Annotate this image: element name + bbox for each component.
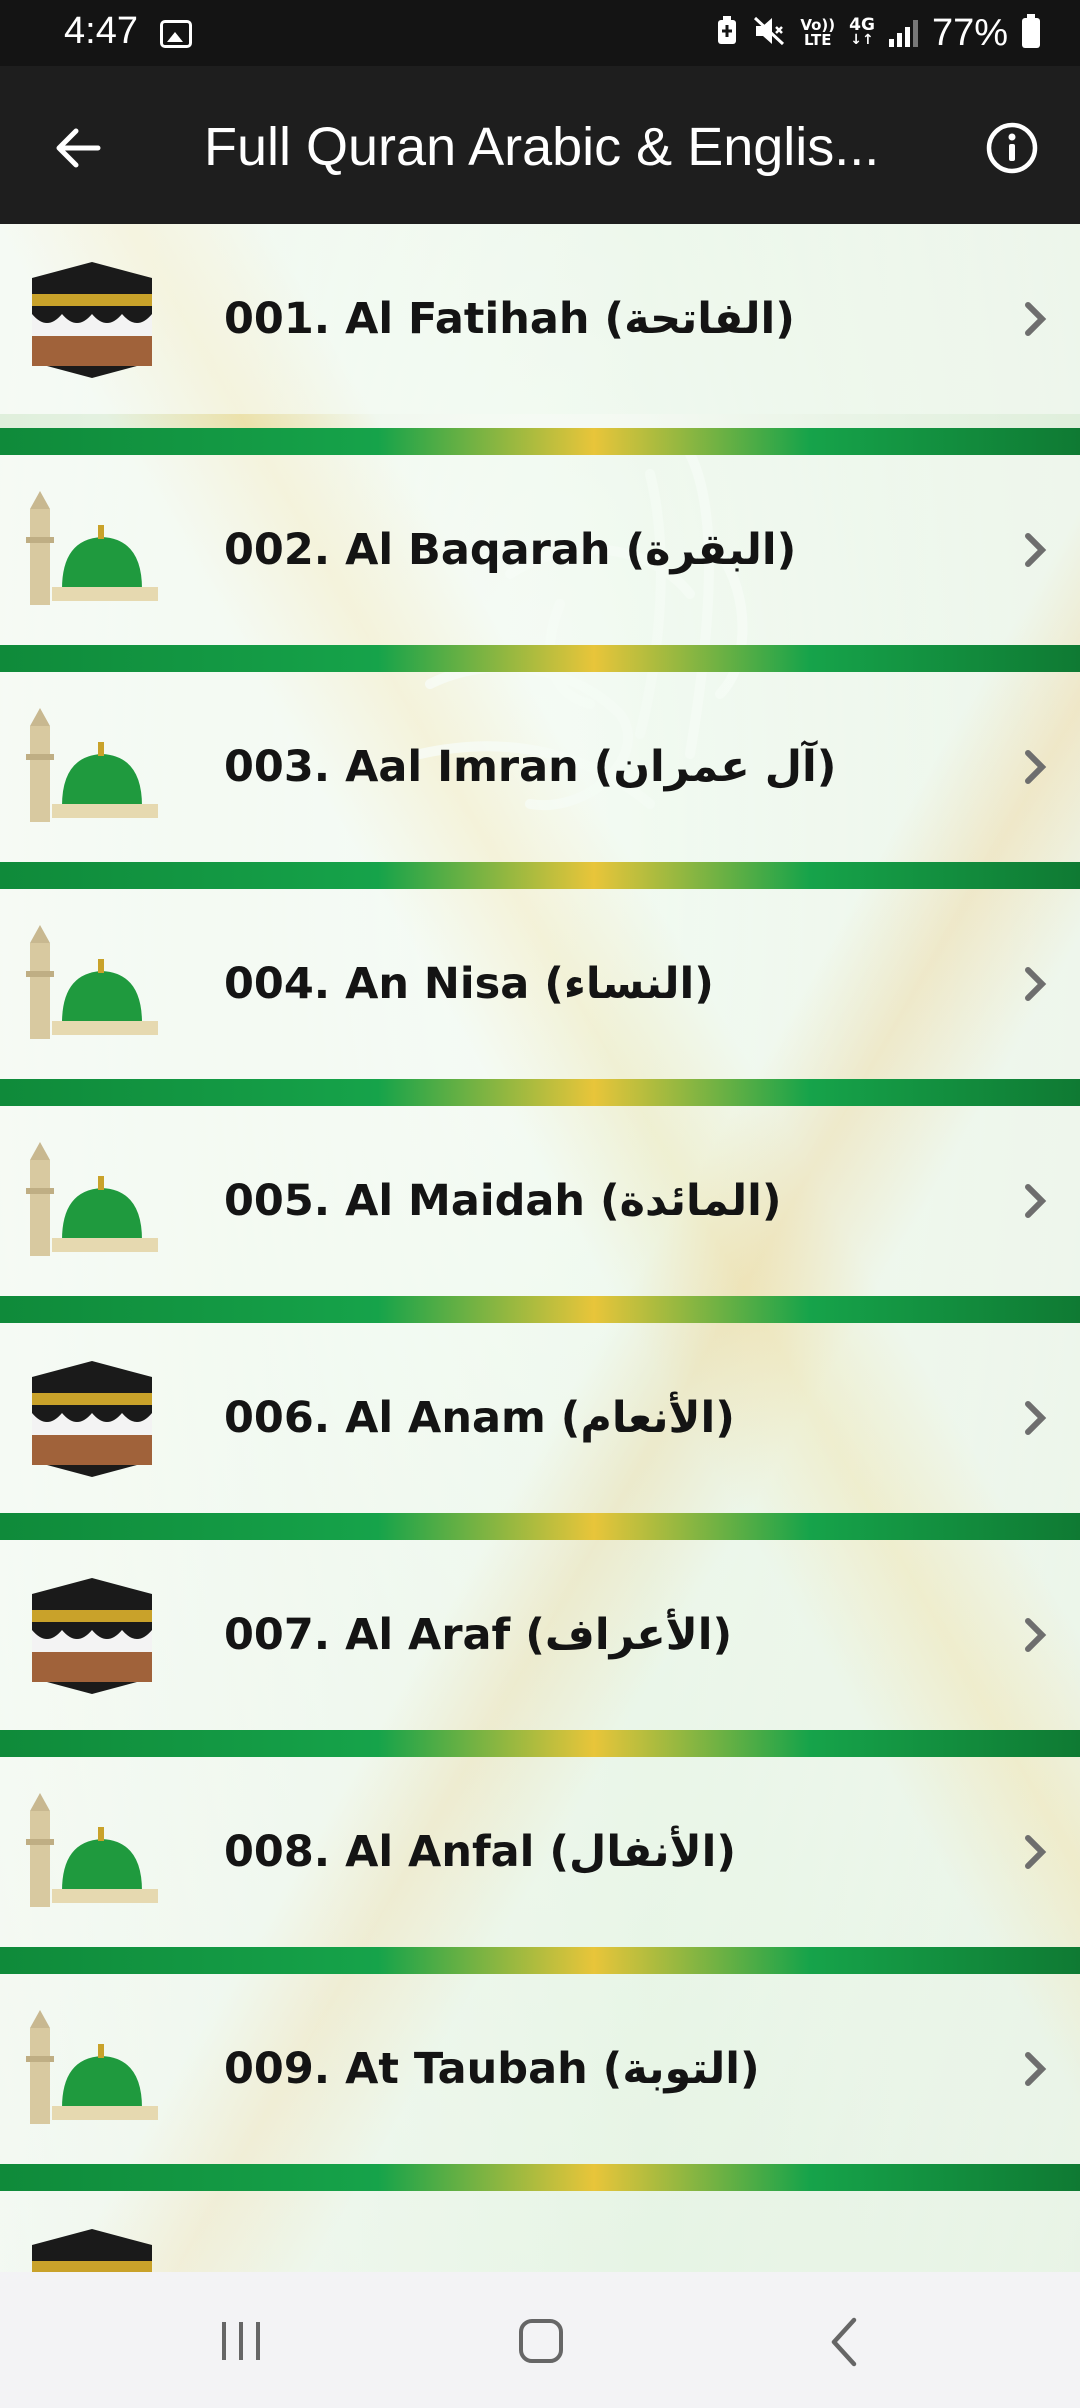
surah-row-2[interactable]: 002. Al Baqarah (البقرة) xyxy=(0,455,1080,645)
surah-title: 005. Al Maidah (المائدة) xyxy=(224,1176,782,1226)
row-divider xyxy=(0,1947,1080,1974)
kaaba-icon xyxy=(32,2229,152,2272)
row-divider xyxy=(0,1079,1080,1106)
chevron-right-icon xyxy=(1025,1184,1047,1218)
green-dome-icon xyxy=(26,1142,158,1256)
home-icon[interactable] xyxy=(518,2318,564,2364)
surah-row-7[interactable]: 007. Al Araf (الأعراف) xyxy=(0,1540,1080,1730)
app-bar: Full Quran Arabic & Englis... xyxy=(0,66,1080,224)
chevron-right-icon xyxy=(1025,750,1047,784)
surah-row-10-partial[interactable] xyxy=(0,2191,1080,2272)
chevron-right-icon xyxy=(1025,1835,1047,1869)
surah-row-5[interactable]: 005. Al Maidah (المائدة) xyxy=(0,1106,1080,1296)
back-arrow-icon[interactable] xyxy=(48,118,108,178)
kaaba-icon xyxy=(32,1361,152,1477)
row-divider xyxy=(0,862,1080,889)
row-divider xyxy=(0,1513,1080,1540)
surah-title: 001. Al Fatihah (الفاتحة) xyxy=(224,294,795,344)
back-icon[interactable] xyxy=(826,2316,862,2368)
row-divider xyxy=(0,645,1080,672)
volte-icon: Vo)) LTE xyxy=(800,18,835,48)
surah-row-9[interactable]: 009. At Taubah (التوبة) xyxy=(0,1974,1080,2164)
surah-title: 009. At Taubah (التوبة) xyxy=(224,2044,760,2094)
volte-line2: LTE xyxy=(803,31,832,49)
battery-saver-icon xyxy=(716,15,738,51)
battery-percent: 77% xyxy=(931,11,1008,54)
chevron-right-icon xyxy=(1025,2052,1047,2086)
green-dome-icon xyxy=(26,708,158,822)
kaaba-icon xyxy=(32,262,152,378)
page-title: Full Quran Arabic & Englis... xyxy=(204,117,880,177)
green-dome-icon xyxy=(26,491,158,605)
status-bar: 4:47 Vo)) LTE 4G ↓↑ 77% xyxy=(0,0,1080,66)
surah-title: 006. Al Anam (الأنعام) xyxy=(224,1393,735,1443)
surah-title: 002. Al Baqarah (البقرة) xyxy=(224,525,797,575)
green-dome-icon xyxy=(26,2010,158,2124)
surah-title: 004. An Nisa (النساء) xyxy=(224,959,714,1009)
data-arrows: ↓↑ xyxy=(850,32,874,48)
row-divider xyxy=(0,428,1080,455)
battery-icon xyxy=(1022,14,1040,48)
kaaba-icon xyxy=(32,1578,152,1694)
data-4g-icon: 4G ↓↑ xyxy=(849,15,875,48)
surah-title: 007. Al Araf (الأعراف) xyxy=(224,1610,733,1660)
surah-row-4[interactable]: 004. An Nisa (النساء) xyxy=(0,889,1080,1079)
chevron-right-icon xyxy=(1025,1618,1047,1652)
row-divider xyxy=(0,2164,1080,2191)
signal-icon xyxy=(888,19,918,47)
surah-row-1[interactable]: 001. Al Fatihah (الفاتحة) xyxy=(0,224,1080,414)
surah-row-6[interactable]: 006. Al Anam (الأنعام) xyxy=(0,1323,1080,1513)
green-dome-icon xyxy=(26,925,158,1039)
green-dome-icon xyxy=(26,1793,158,1907)
status-time: 4:47 xyxy=(64,10,138,52)
row-divider xyxy=(0,1730,1080,1757)
surah-title: 008. Al Anfal (الأنفال) xyxy=(224,1827,736,1877)
image-icon xyxy=(160,20,192,48)
chevron-right-icon xyxy=(1025,1401,1047,1435)
chevron-right-icon xyxy=(1025,967,1047,1001)
row-divider xyxy=(0,1296,1080,1323)
surah-row-8[interactable]: 008. Al Anfal (الأنفال) xyxy=(0,1757,1080,1947)
status-icons: Vo)) LTE 4G ↓↑ 77% xyxy=(716,10,1040,56)
recents-icon[interactable] xyxy=(218,2320,264,2362)
info-icon[interactable] xyxy=(984,120,1040,176)
system-nav-bar xyxy=(0,2272,1080,2408)
chevron-right-icon xyxy=(1025,302,1047,336)
surah-title: 003. Aal Imran (آل عمران) xyxy=(224,742,837,792)
surah-list: 001. Al Fatihah (الفاتحة) 002. Al Baqara… xyxy=(0,224,1080,2272)
network-4g-label: 4G xyxy=(849,15,875,35)
chevron-right-icon xyxy=(1025,533,1047,567)
surah-row-3[interactable]: 003. Aal Imran (آل عمران) xyxy=(0,672,1080,862)
mute-icon xyxy=(752,15,786,52)
